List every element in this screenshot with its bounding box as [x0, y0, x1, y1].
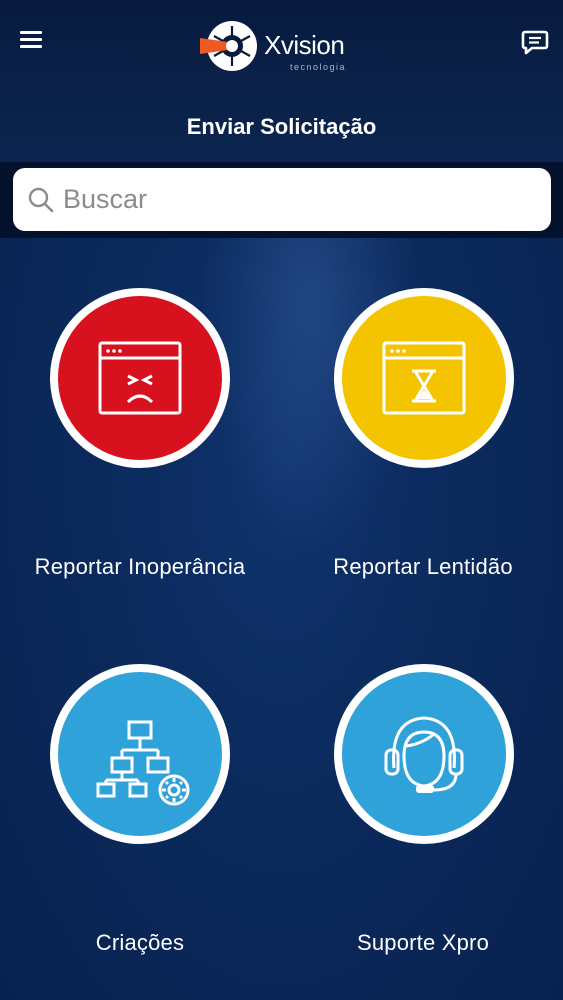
brand-name: Xvision: [264, 30, 345, 60]
search-icon: [28, 187, 54, 213]
tile-label: Reportar Lentidão: [333, 554, 513, 579]
brand-logo: Xvision tecnologia: [198, 14, 358, 78]
sitemap-gear-icon: [50, 664, 230, 844]
search-box[interactable]: [13, 168, 551, 231]
tile-suporte-xpro[interactable]: Suporte Xpro: [283, 664, 563, 964]
top-app-bar: Xvision tecnologia: [0, 0, 563, 88]
hamburger-menu-icon[interactable]: [18, 28, 46, 52]
tile-label: Criações: [95, 930, 185, 955]
page-title: Enviar Solicitação: [186, 114, 377, 139]
hourglass-window-icon: [334, 288, 514, 468]
search-bar: [0, 162, 563, 238]
tile-reportar-inoperancia[interactable]: Reportar Inoperância: [0, 288, 280, 588]
services-grid: Reportar Inoperância Reportar Lentidão C…: [0, 238, 563, 1000]
tile-label: Reportar Inoperância: [34, 554, 246, 579]
page-header: Enviar Solicitação: [0, 88, 563, 162]
headset-agent-icon: [334, 664, 514, 844]
chat-bubble-icon[interactable]: [519, 28, 549, 56]
tile-reportar-lentidao[interactable]: Reportar Lentidão: [283, 288, 563, 588]
xvision-logo-mark-icon: [200, 21, 257, 71]
error-window-icon: [50, 288, 230, 468]
search-input[interactable]: [63, 178, 533, 220]
tile-criacoes[interactable]: Criações: [0, 664, 280, 964]
brand-tagline: tecnologia: [290, 62, 347, 72]
tile-label: Suporte Xpro: [356, 930, 490, 955]
